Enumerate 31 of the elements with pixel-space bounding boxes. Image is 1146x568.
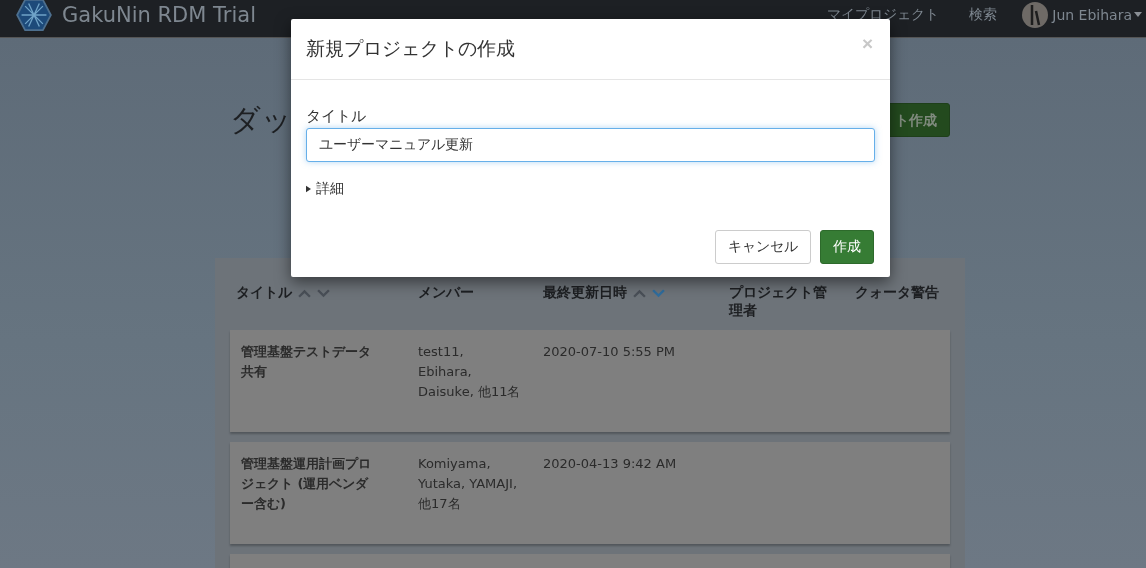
brand-name[interactable]: GakuNin RDM Trial	[62, 2, 256, 27]
last-updated: 2020-07-10 5:55 PM	[543, 343, 677, 361]
title-input-field[interactable]: ユーザーマニュアル更新	[306, 128, 875, 162]
column-header: 最終更新日時	[543, 284, 627, 302]
sort-ascending-icon[interactable]	[298, 288, 311, 298]
details-toggle[interactable]: 詳細	[306, 180, 344, 198]
project-row[interactable]: 管理基盤運用計画プロジェクト (運用ベンダー含む) Komiyama, Yutaka, YAMAJI, 他17名 2020-04-13 9:42 AM	[230, 442, 950, 544]
field-label: タイトル	[306, 107, 366, 126]
column-header: タイトル	[236, 284, 292, 302]
hexagon-logo-icon[interactable]	[16, 0, 52, 31]
create-button[interactable]: 作成	[820, 230, 874, 264]
column-header: メンバー	[418, 284, 474, 302]
expand-triangle-icon[interactable]	[306, 185, 311, 193]
column-header: プロジェクト管理者	[729, 284, 828, 320]
project-members: Komiyama, Yutaka, YAMAJI, 他17名	[418, 455, 519, 513]
caret-icon[interactable]	[1134, 12, 1142, 17]
project-title: 管理基盤運用計画プロジェクト (運用ベンダー含む)	[240, 455, 372, 513]
last-updated: 2020-04-13 9:42 AM	[543, 455, 678, 473]
column-header: クォータ警告	[855, 284, 939, 302]
user-menu[interactable]: Jun Ebihara	[1052, 6, 1142, 23]
project-row[interactable]: 管理基盤テストデータ共有 test11, Ebihara, Daisuke, 他11名 2020-07-10 5:55 PM	[230, 330, 950, 432]
project-title: 管理基盤テストデータ共有	[240, 343, 372, 381]
page-heading: ダッ	[230, 100, 292, 139]
cancel-button[interactable]: キャンセル	[715, 230, 811, 264]
sort-descending-icon[interactable]	[317, 288, 330, 298]
sort-descending-icon[interactable]	[652, 288, 665, 298]
sort-ascending-icon[interactable]	[633, 288, 646, 298]
project-members: test11, Ebihara, Daisuke, 他11名	[418, 343, 522, 401]
nav-link[interactable]: 検索	[969, 5, 998, 24]
dialog-title: 新規プロジェクトの作成	[306, 36, 515, 61]
avatar-icon[interactable]	[1021, 0, 1050, 29]
